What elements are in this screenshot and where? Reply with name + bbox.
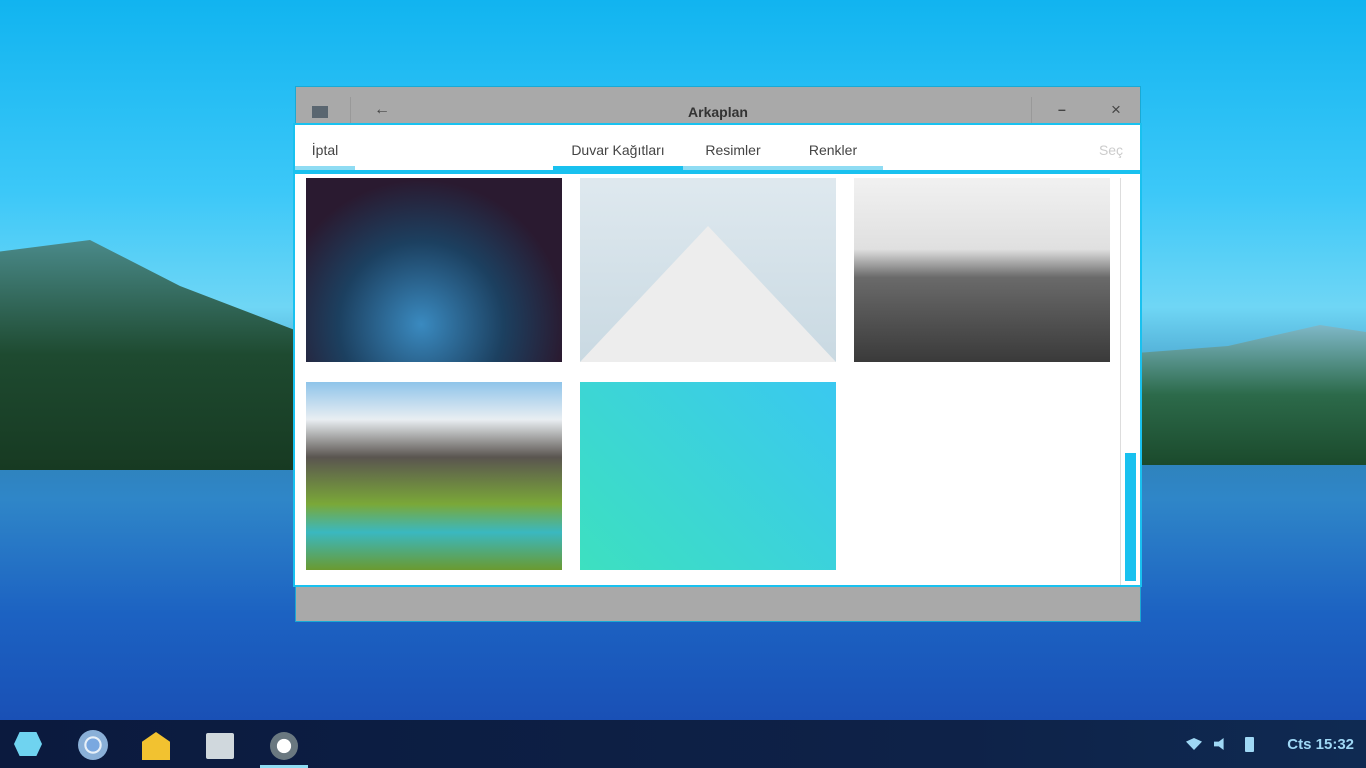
- tab-label: Duvar Kağıtları: [571, 142, 665, 158]
- tab-colors[interactable]: Renkler: [783, 125, 883, 170]
- wifi-icon[interactable]: [1186, 738, 1202, 750]
- dialog-header: İptal Duvar Kağıtları Resimler Renkler S…: [295, 125, 1140, 174]
- files-icon[interactable]: [206, 733, 234, 759]
- mail-icon[interactable]: [142, 732, 170, 760]
- cancel-button[interactable]: İptal: [295, 125, 355, 170]
- scrollbar-thumb[interactable]: [1125, 453, 1136, 581]
- tab-pictures[interactable]: Resimler: [683, 125, 783, 170]
- tab-label: Renkler: [808, 142, 858, 158]
- volume-icon[interactable]: [1214, 738, 1224, 750]
- wallpaper-mountain-lake[interactable]: [306, 382, 562, 570]
- desktop-hills-left: [0, 240, 300, 470]
- settings-icon[interactable]: [270, 732, 298, 760]
- wallpaper-foggy-sea[interactable]: [854, 178, 1110, 362]
- taskbar: Cts 15:32: [0, 720, 1366, 768]
- wallpaper-dialog: İptal Duvar Kağıtları Resimler Renkler S…: [293, 123, 1142, 587]
- clock[interactable]: Cts 15:32: [1287, 736, 1354, 753]
- wallpaper-nebula[interactable]: [306, 178, 562, 362]
- close-button[interactable]: ×: [1111, 100, 1121, 120]
- chromium-icon[interactable]: [78, 730, 108, 760]
- select-button[interactable]: Seç: [1096, 125, 1126, 170]
- wallpaper-white-building[interactable]: [580, 178, 836, 362]
- wallpaper-teal-gradient[interactable]: [580, 382, 836, 570]
- cancel-label: İptal: [311, 142, 339, 158]
- battery-icon[interactable]: [1245, 737, 1254, 752]
- minimize-button[interactable]: –: [1058, 101, 1066, 117]
- desktop-hills-right: [1136, 325, 1366, 465]
- wallpaper-grid: [295, 178, 1140, 585]
- window-title: Arkaplan: [688, 104, 748, 120]
- scrollbar[interactable]: [1120, 178, 1138, 585]
- tab-label: Resimler: [705, 142, 761, 158]
- tab-wallpapers[interactable]: Duvar Kağıtları: [553, 125, 683, 170]
- zorin-menu-icon[interactable]: [14, 732, 42, 756]
- title-bar: ← Arkaplan – ×: [296, 87, 1140, 124]
